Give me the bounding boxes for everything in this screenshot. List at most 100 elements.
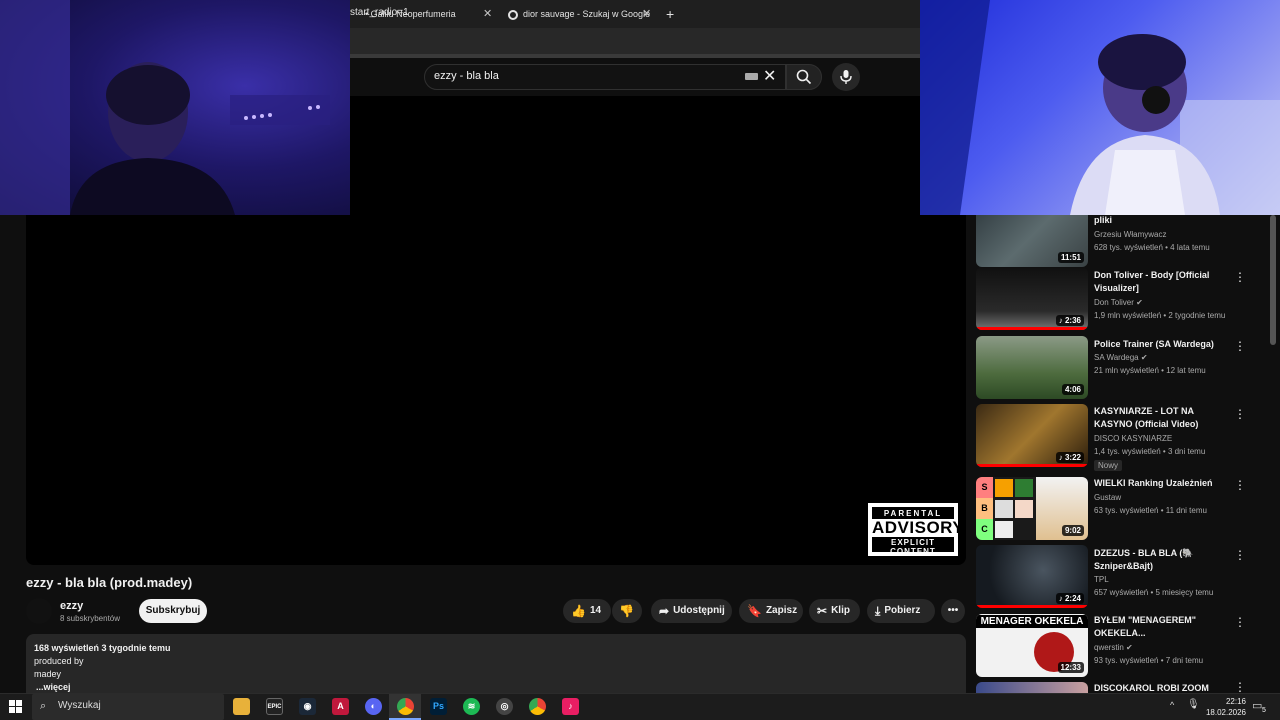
channel-name[interactable]: TPL [1094, 575, 1109, 584]
video-title[interactable]: pliki [1094, 214, 1230, 227]
share-button[interactable]: ➦ Udostępnij [651, 599, 732, 623]
recommended-video[interactable]: ♪ 2:24 DZEZUS - BLA BLA (🐘 Szniper&Bajt)… [976, 545, 1276, 609]
bookmark-icon: 🔖 [747, 604, 762, 618]
recommended-video[interactable]: DISCOKAROL ROBI ZOOM ⋮ [976, 682, 1276, 693]
share-icon: ➦ [659, 604, 670, 618]
like-button[interactable]: 👍 14 [563, 599, 611, 623]
more-options-icon[interactable]: ⋮ [1234, 548, 1246, 562]
video-title[interactable]: Police Trainer (SA Wardega) [1094, 338, 1230, 351]
clip-label: Klip [831, 605, 850, 616]
chrome-icon[interactable] [529, 698, 546, 715]
search-button[interactable] [786, 64, 822, 90]
thumbnail-caption: MENAGER OKEKELA [976, 615, 1088, 628]
tier-label: S [976, 477, 993, 498]
video-title[interactable]: WIELKI Ranking Uzależnień [1094, 477, 1230, 490]
download-icon: ⤓ [875, 604, 881, 618]
close-tab-icon[interactable]: ✕ [483, 3, 492, 25]
channel-name[interactable]: qwerstin ✔ [1094, 643, 1133, 652]
more-options-icon[interactable]: ⋮ [1234, 407, 1246, 421]
more-options-icon[interactable]: ⋮ [1234, 682, 1246, 693]
description-box[interactable]: 168 wyświetleń 3 tygodnie temu produced … [26, 634, 966, 700]
more-options-icon[interactable]: ⋮ [1234, 478, 1246, 492]
new-tab-button[interactable]: + [666, 3, 674, 25]
save-button[interactable]: 🔖 Zapisz [739, 599, 803, 623]
epic-games-icon[interactable]: EPIC [266, 698, 283, 715]
video-meta: 1,9 mln wyświetleń • 2 tygodnie temu [1094, 311, 1226, 320]
more-options-icon[interactable]: ⋮ [1234, 615, 1246, 629]
show-more-link[interactable]: ...więcej [36, 682, 71, 692]
chrome-icon[interactable] [397, 698, 414, 715]
microphone-icon [840, 70, 852, 84]
thumbs-up-icon: 👍 [571, 604, 586, 618]
video-meta: 21 mln wyświetleń • 12 lat temu [1094, 366, 1206, 375]
video-title[interactable]: BYŁEM "MENAGEREM" OKEKELA... [1094, 614, 1230, 640]
channel-name[interactable]: ezzy [60, 600, 83, 612]
recommended-video[interactable]: 4:06 Police Trainer (SA Wardega) SA Ward… [976, 336, 1276, 400]
video-thumbnail[interactable]: ♪ 2:24 [976, 545, 1088, 608]
recommended-video[interactable]: S B C 9:02 WIELKI Ranking Uzależnień Gus… [976, 477, 1276, 541]
video-thumbnail[interactable]: ♪ 3:22 [976, 404, 1088, 467]
search-icon [796, 69, 812, 85]
dislike-button[interactable]: 👎 [612, 599, 642, 623]
search-icon: ⌕ [40, 700, 47, 712]
video-title[interactable]: DZEZUS - BLA BLA (🐘 Szniper&Bajt) [1094, 547, 1230, 573]
notification-icon[interactable]: ▭ [1252, 699, 1262, 712]
tab-google-search[interactable]: dior sauvage - Szukaj w Google ✕ [504, 3, 660, 25]
keyboard-icon[interactable] [745, 73, 758, 80]
tier-label: C [976, 519, 993, 540]
voice-search-button[interactable] [832, 63, 860, 91]
taskbar-clock[interactable]: 22:16 18.02.2026 [1200, 696, 1246, 718]
video-thumbnail[interactable]: MENAGER OKEKELA 12:33 [976, 614, 1088, 677]
chevron-up-icon[interactable]: ^ [1170, 700, 1174, 710]
clock-date: 18.02.2026 [1205, 708, 1246, 717]
subscribe-button[interactable]: Subskrybuj [139, 599, 207, 623]
channel-name[interactable]: Grzesiu Włamywacz [1094, 230, 1166, 239]
app-icon[interactable]: A [332, 698, 349, 715]
obs-icon[interactable]: ◎ [496, 698, 513, 715]
webcam-overlay-right [920, 0, 1280, 215]
channel-name[interactable]: SA Wardega ✔ [1094, 353, 1148, 362]
video-thumbnail[interactable]: S B C 9:02 [976, 477, 1088, 540]
video-thumbnail[interactable] [976, 682, 1088, 693]
photoshop-icon[interactable]: Ps [430, 698, 447, 715]
video-duration: 9:02 [1061, 525, 1084, 536]
discord-icon[interactable]: ◐ [365, 698, 382, 715]
close-tab-icon[interactable]: ✕ [642, 3, 651, 25]
video-duration: ♪ 3:22 [1055, 452, 1084, 463]
recommended-video[interactable]: ♪ 2:36 Don Toliver - Body [Official Visu… [976, 267, 1276, 331]
description-line: madey [34, 669, 62, 679]
video-thumbnail[interactable]: ♪ 2:36 [976, 267, 1088, 330]
channel-name[interactable]: Don Toliver ✔ [1094, 298, 1143, 307]
video-duration: ♪ 2:36 [1055, 315, 1084, 326]
watch-progress [976, 327, 1088, 330]
taskbar-search-placeholder[interactable]: Wyszukaj [58, 700, 101, 711]
video-title[interactable]: KASYNIARZE - LOT NA KASYNO (Official Vid… [1094, 405, 1230, 431]
tiktok-icon[interactable]: ♪ [562, 698, 579, 715]
clip-button[interactable]: ✂ Klip [809, 599, 860, 623]
clear-search-icon[interactable]: ✕ [763, 66, 776, 86]
search-query[interactable]: ezzy - bla bla [434, 70, 499, 82]
share-label: Udostępnij [673, 605, 725, 616]
video-meta: 63 tys. wyświetleń • 11 dni temu [1094, 506, 1207, 515]
spotify-icon[interactable]: ≋ [463, 698, 480, 715]
url-text[interactable]: start_radio=1 [350, 7, 409, 18]
tier-item [995, 479, 1013, 497]
channel-name[interactable]: Gustaw [1094, 493, 1121, 502]
channel-avatar[interactable] [26, 598, 52, 624]
microphone-icon[interactable]: 🎙 [1187, 699, 1200, 710]
recommended-video[interactable]: ♪ 3:22 KASYNIARZE - LOT NA KASYNO (Offic… [976, 404, 1276, 471]
more-actions-button[interactable]: ••• [941, 599, 965, 623]
video-thumbnail[interactable]: 4:06 [976, 336, 1088, 399]
download-button[interactable]: ⤓ Pobierz [867, 599, 935, 623]
channel-label: Don Toliver [1094, 298, 1134, 307]
channel-name[interactable]: DISCO KASYNIARZE [1094, 434, 1172, 443]
windows-start-icon[interactable] [9, 700, 22, 718]
channel-label: qwerstin [1094, 643, 1124, 652]
video-title[interactable]: Don Toliver - Body [Official Visualizer] [1094, 269, 1230, 295]
file-explorer-icon[interactable] [233, 698, 250, 715]
steam-icon[interactable]: ◉ [299, 698, 316, 715]
recommended-video[interactable]: MENAGER OKEKELA 12:33 BYŁEM "MENAGEREM" … [976, 614, 1276, 678]
more-options-icon[interactable]: ⋮ [1234, 270, 1246, 284]
video-title[interactable]: DISCOKAROL ROBI ZOOM [1094, 682, 1230, 693]
more-options-icon[interactable]: ⋮ [1234, 339, 1246, 353]
